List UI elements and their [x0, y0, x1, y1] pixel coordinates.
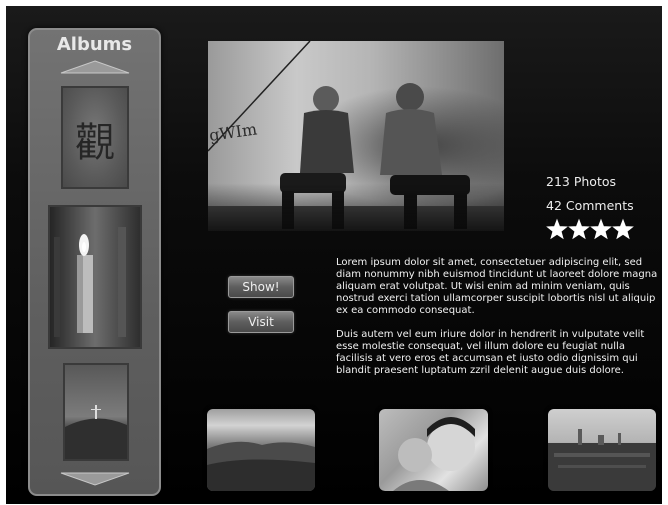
- show-button[interactable]: Show!: [228, 276, 294, 298]
- main-photo[interactable]: gWIm: [208, 41, 504, 231]
- candle-icon: [54, 227, 126, 337]
- mountains-icon: [207, 441, 315, 491]
- album-thumbnail-candle[interactable]: [48, 205, 142, 349]
- description-paragraph: Duis autem vel eum iriure dolor in hendr…: [336, 329, 645, 376]
- album-thumbnail-hill[interactable]: [63, 363, 129, 461]
- bottom-thumbnail-city[interactable]: [548, 409, 656, 491]
- bottom-thumbnail-children[interactable]: [379, 409, 488, 491]
- chevron-down-icon[interactable]: [60, 472, 130, 486]
- album-thumbnail-calligraphy[interactable]: 觀: [61, 86, 129, 189]
- album-description: Lorem ipsum dolor sit amet, consectetuer…: [336, 257, 658, 389]
- star-icon: [612, 218, 634, 240]
- landscape-icon: [65, 405, 127, 459]
- chevron-up-icon[interactable]: [60, 60, 130, 74]
- rating-stars: [546, 218, 634, 240]
- albums-sidebar: Albums 觀: [28, 28, 161, 496]
- children-icon: [393, 417, 475, 491]
- photo-people-icon: gWIm: [208, 41, 504, 231]
- star-icon: [546, 218, 568, 240]
- albums-title: Albums: [56, 34, 133, 55]
- svg-text:gWIm: gWIm: [208, 119, 258, 145]
- star-icon: [568, 218, 590, 240]
- photo-count: 213 Photos: [546, 174, 617, 189]
- calligraphy-glyph: 觀: [75, 120, 115, 166]
- comment-count: 42 Comments: [546, 198, 634, 213]
- description-paragraph: Lorem ipsum dolor sit amet, consectetuer…: [336, 257, 658, 316]
- star-icon: [590, 218, 612, 240]
- app-window: Albums 觀 gWIm 213 Photos 42 Comments Sho…: [6, 6, 662, 504]
- city-icon: [548, 429, 656, 491]
- visit-button[interactable]: Visit: [228, 311, 294, 333]
- bottom-thumbnail-mountains[interactable]: [207, 409, 315, 491]
